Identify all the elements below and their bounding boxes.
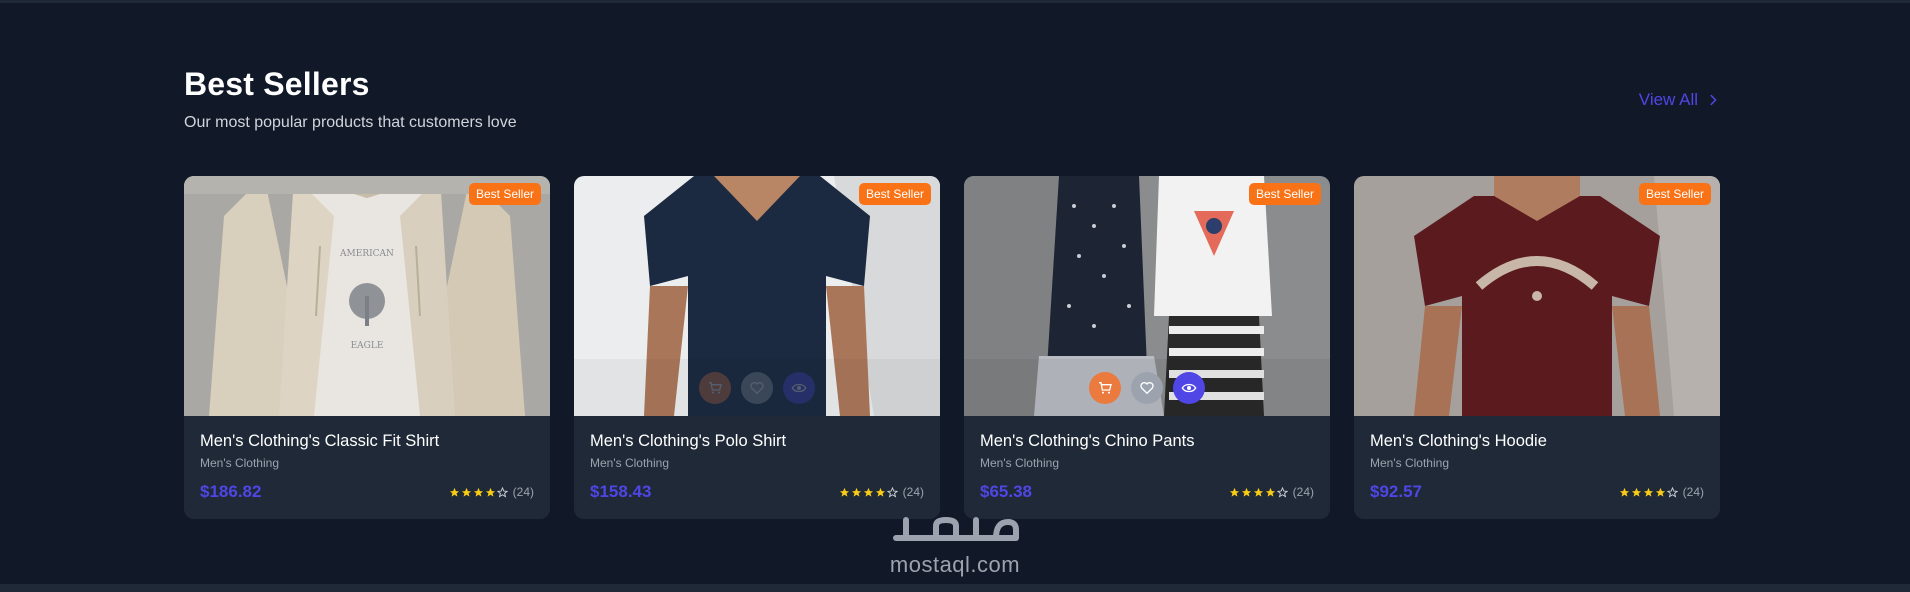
product-image[interactable]: Best Seller (964, 176, 1330, 416)
product-info: Men's Clothing's Chino Pants Men's Cloth… (980, 432, 1314, 502)
star-empty-icon (886, 486, 898, 498)
product-grid: AMERICAN EAGLE Best Seller Men's Clothin… (184, 176, 1720, 519)
cart-icon (709, 382, 722, 394)
star-filled-icon (485, 487, 495, 497)
product-rating: (24) (839, 485, 924, 499)
product-name[interactable]: Men's Clothing's Classic Fit Shirt (200, 432, 534, 451)
wishlist-button[interactable] (1131, 372, 1163, 404)
watermark-logo (893, 516, 1019, 541)
best-seller-badge: Best Seller (1248, 183, 1321, 205)
star-filled-icon (473, 487, 483, 497)
star-filled-icon (1241, 487, 1251, 497)
cart-icon (1099, 382, 1112, 394)
review-count: (24) (512, 485, 534, 499)
star-filled-icon (1631, 487, 1641, 497)
product-name[interactable]: Men's Clothing's Hoodie (1370, 432, 1704, 451)
section-title: Best Sellers (184, 66, 370, 102)
star-filled-icon (851, 487, 861, 497)
product-card[interactable]: AMERICAN EAGLE Best Seller Men's Clothin… (184, 176, 550, 519)
wishlist-button[interactable] (741, 372, 773, 404)
product-price: $186.82 (200, 482, 262, 501)
quick-view-button[interactable] (783, 372, 815, 404)
product-info: Men's Clothing's Polo Shirt Men's Clothi… (590, 432, 924, 502)
product-rating: (24) (1619, 485, 1704, 499)
review-count: (24) (1682, 485, 1704, 499)
star-filled-icon (449, 487, 459, 497)
star-filled-icon (1265, 487, 1275, 497)
star-empty-icon (1276, 486, 1288, 498)
review-count: (24) (1292, 485, 1314, 499)
maroon-tshirt-photo (1354, 176, 1720, 416)
product-price: $92.57 (1370, 482, 1422, 501)
star-filled-icon (1643, 487, 1653, 497)
star-filled-icon (1229, 487, 1239, 497)
add-to-cart-button[interactable] (699, 372, 731, 404)
bottom-divider (0, 584, 1910, 592)
star-filled-icon (1655, 487, 1665, 497)
view-all-label: View All (1638, 90, 1698, 109)
product-category: Men's Clothing (200, 456, 279, 470)
product-image[interactable]: Best Seller (574, 176, 940, 416)
product-price: $158.43 (590, 482, 652, 501)
best-seller-badge: Best Seller (1638, 183, 1711, 205)
chevron-right-icon (1710, 94, 1717, 106)
top-divider (0, 0, 1910, 3)
product-rating: (24) (449, 485, 534, 499)
product-price: $65.38 (980, 482, 1032, 501)
svg-text:EAGLE: EAGLE (351, 341, 384, 351)
star-filled-icon (461, 487, 471, 497)
product-rating: (24) (1229, 485, 1314, 499)
product-category: Men's Clothing (1370, 456, 1449, 470)
heart-icon (1140, 382, 1154, 395)
hoodie-beige-photo: AMERICAN EAGLE (184, 176, 550, 416)
best-seller-badge: Best Seller (858, 183, 931, 205)
quick-view-button[interactable] (1173, 372, 1205, 404)
svg-text:AMERICAN: AMERICAN (339, 249, 394, 259)
product-card[interactable]: Best Seller Men's Clothing's Chino Pants… (964, 176, 1330, 519)
product-name[interactable]: Men's Clothing's Chino Pants (980, 432, 1314, 451)
star-filled-icon (1619, 487, 1629, 497)
view-all-link[interactable]: View All (1639, 90, 1720, 110)
review-count: (24) (902, 485, 924, 499)
eye-icon (791, 383, 807, 393)
product-info: Men's Clothing's Hoodie Men's Clothing $… (1370, 432, 1704, 502)
product-image[interactable]: AMERICAN EAGLE Best Seller (184, 176, 550, 416)
watermark: mostaql.com (889, 552, 1021, 577)
star-empty-icon (496, 486, 508, 498)
product-image[interactable]: Best Seller (1354, 176, 1720, 416)
product-category: Men's Clothing (980, 456, 1059, 470)
quick-actions (699, 372, 815, 404)
eye-icon (1181, 383, 1197, 393)
add-to-cart-button[interactable] (1089, 372, 1121, 404)
quick-actions (1089, 372, 1205, 404)
star-empty-icon (1666, 486, 1678, 498)
star-filled-icon (875, 487, 885, 497)
star-filled-icon (1253, 487, 1263, 497)
heart-icon (750, 382, 764, 395)
best-seller-badge: Best Seller (468, 183, 541, 205)
product-info: Men's Clothing's Classic Fit Shirt Men's… (200, 432, 534, 502)
product-card[interactable]: Best Seller Men's Clothing's Polo Shirt … (574, 176, 940, 519)
product-category: Men's Clothing (590, 456, 669, 470)
section-subtitle: Our most popular products that customers… (184, 114, 517, 131)
product-card[interactable]: Best Seller Men's Clothing's Hoodie Men'… (1354, 176, 1720, 519)
star-filled-icon (839, 487, 849, 497)
product-name[interactable]: Men's Clothing's Polo Shirt (590, 432, 924, 451)
star-filled-icon (863, 487, 873, 497)
